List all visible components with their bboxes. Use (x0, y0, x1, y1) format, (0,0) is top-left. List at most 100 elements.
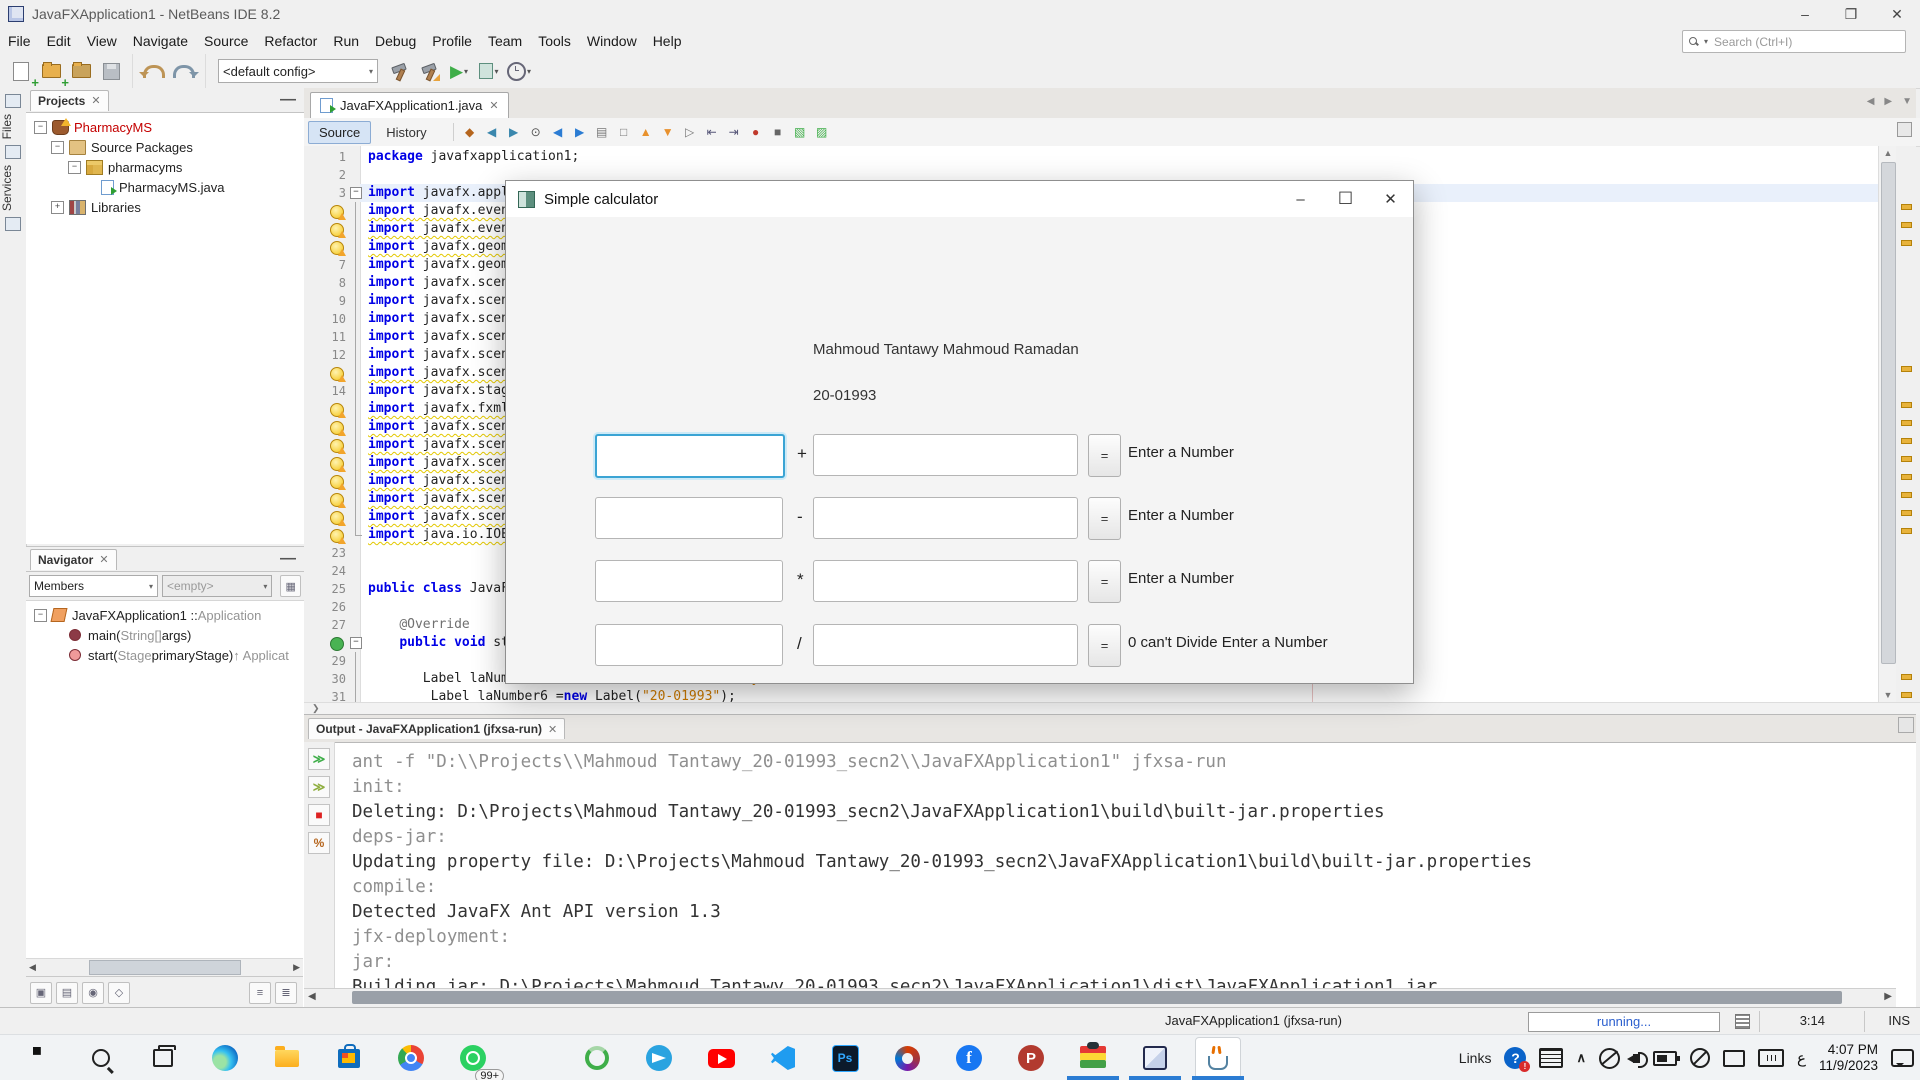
tab-navigator[interactable]: Navigator ✕ (30, 549, 117, 570)
menu-team[interactable]: Team (480, 29, 530, 53)
scroll-tabs-left-icon[interactable]: ◀ (1867, 96, 1875, 107)
battery-icon[interactable] (1653, 1051, 1677, 1066)
find-icon[interactable]: ⊙ (526, 122, 546, 142)
scroll-up-icon[interactable]: ▲ (1879, 146, 1897, 160)
menu-edit[interactable]: Edit (39, 29, 79, 53)
operand2-field-row2[interactable] (813, 497, 1078, 539)
run-button[interactable]: ▶▾ (446, 59, 472, 83)
operand2-field-row4[interactable] (813, 624, 1078, 666)
scroll-tabs-right-icon[interactable]: ▶ (1884, 96, 1892, 107)
editor-vscrollbar[interactable]: ▲ ▼ (1878, 146, 1897, 702)
expander-icon[interactable]: − (51, 141, 64, 154)
globe-icon[interactable] (1599, 1048, 1620, 1069)
operand1-field-row2[interactable] (595, 497, 783, 539)
source-view-button[interactable]: Source (308, 121, 371, 144)
links-toolbar[interactable]: Links (1459, 1050, 1492, 1066)
operand1-field-row4[interactable] (595, 624, 783, 666)
navigator-item-0[interactable]: −JavaFXApplication1 :: Application (26, 605, 304, 625)
window-dock-icon[interactable] (5, 94, 21, 108)
close-icon[interactable]: ✕ (99, 553, 108, 566)
tree-item-libraries[interactable]: +Libraries (26, 197, 304, 217)
warning-mark-icon[interactable] (1901, 510, 1912, 516)
navigator-item-1[interactable]: main(String[] args) (26, 625, 304, 645)
inheritance-combobox[interactable]: <empty>▾ (162, 575, 272, 597)
equals-button-row4[interactable]: = (1088, 624, 1121, 667)
tree-item-pharmacyms-java[interactable]: PharmacyMS.java (26, 177, 304, 197)
taskbar-greenring-icon[interactable] (575, 1038, 619, 1078)
open-project-button[interactable] (68, 59, 94, 83)
select-icon[interactable]: □ (614, 122, 634, 142)
breadcrumb-chevron-icon[interactable]: ❯ (312, 703, 320, 713)
output-options-icon[interactable] (1898, 717, 1914, 733)
history-view-button[interactable]: History (375, 121, 437, 144)
taskbar-office-icon[interactable] (885, 1038, 929, 1078)
warning-mark-icon[interactable] (1901, 402, 1912, 408)
moonslash-icon[interactable] (1690, 1048, 1710, 1068)
filter-fields-icon[interactable]: ▣ (30, 982, 52, 1004)
sort-source-icon[interactable]: ≣ (275, 982, 297, 1004)
prev-occurrence-icon[interactable]: ▲ (636, 122, 656, 142)
new-project-button[interactable]: + (38, 59, 64, 83)
override-marker-icon[interactable] (330, 637, 344, 651)
taskbar-layers-icon[interactable] (1071, 1038, 1115, 1078)
tab-output[interactable]: Output - JavaFXApplication1 (jfxsa-run) … (308, 718, 565, 739)
taskbar-chrome-icon[interactable] (389, 1038, 433, 1078)
taskbar-explorer-icon[interactable] (265, 1038, 309, 1078)
warning-bulb-icon[interactable] (330, 223, 344, 237)
speaker-icon[interactable] (1633, 1054, 1640, 1063)
window-maximize-button[interactable]: ❐ (1828, 0, 1874, 28)
dialog-maximize-button[interactable]: ☐ (1323, 181, 1368, 217)
close-icon[interactable]: ✕ (548, 723, 557, 736)
warning-mark-icon[interactable] (1901, 692, 1912, 698)
warning-mark-icon[interactable] (1901, 204, 1912, 210)
scroll-left-icon[interactable]: ◀ (308, 991, 316, 1002)
dialog-close-button[interactable]: ✕ (1368, 181, 1413, 217)
config-combobox[interactable]: <default config> ▾ (218, 59, 378, 83)
fold-collapse-icon[interactable]: − (350, 637, 362, 649)
warning-bulb-icon[interactable] (330, 205, 344, 219)
taskbar-taskview-icon[interactable] (141, 1038, 185, 1078)
expander-icon[interactable]: − (68, 161, 81, 174)
cast-icon[interactable] (1723, 1050, 1745, 1067)
navigator-hscrollbar[interactable]: ◀ ▶ (26, 958, 303, 976)
filter-static-icon[interactable]: ▤ (56, 982, 78, 1004)
taskbar-start-icon[interactable] (17, 1038, 61, 1078)
status-progressbar[interactable]: running... (1528, 1012, 1720, 1032)
taskbar-search-icon[interactable] (79, 1038, 123, 1078)
scrollbar-thumb[interactable] (352, 991, 1842, 1004)
menu-tools[interactable]: Tools (530, 29, 579, 53)
search-dropdown-icon[interactable]: ▾ (1704, 37, 1708, 46)
scrollbar-thumb[interactable] (89, 960, 241, 975)
expander-icon[interactable]: − (34, 121, 47, 134)
taskbar-edge-icon[interactable] (203, 1038, 247, 1078)
scroll-right-icon[interactable]: ▶ (1884, 991, 1892, 1002)
chevron-icon[interactable]: ∧ (1576, 1050, 1586, 1066)
warning-mark-icon[interactable] (1901, 420, 1912, 426)
warning-bulb-icon[interactable] (330, 421, 344, 435)
last-edit-icon[interactable]: ◆ (460, 122, 480, 142)
warning-mark-icon[interactable] (1901, 366, 1912, 372)
kbd-icon[interactable] (1758, 1049, 1784, 1067)
fold-margin[interactable]: − (350, 634, 362, 652)
stop-icon[interactable]: ■ (308, 804, 330, 826)
taskbar-java-icon[interactable] (1195, 1037, 1241, 1079)
taskbar-papp-icon[interactable]: P (1009, 1038, 1053, 1078)
new-file-button[interactable]: + (8, 59, 34, 83)
menu-view[interactable]: View (79, 29, 125, 53)
taskbar-clock[interactable]: 4:07 PM 11/9/2023 (1819, 1042, 1878, 1074)
sidebar-tab-services[interactable]: Services (0, 165, 14, 211)
taskbar-facebook-icon[interactable]: f (947, 1038, 991, 1078)
profile-button[interactable]: ▾ (506, 59, 532, 83)
operand2-field-row1[interactable] (813, 434, 1078, 476)
config-dropdown-icon[interactable]: ▾ (369, 67, 373, 76)
menu-refactor[interactable]: Refactor (256, 29, 325, 53)
taskbar-store-icon[interactable] (327, 1038, 371, 1078)
build-button[interactable] (386, 59, 412, 83)
error-stripe[interactable] (1896, 146, 1916, 702)
warning-mark-icon[interactable] (1901, 674, 1912, 680)
equals-button-row1[interactable]: = (1088, 434, 1121, 477)
members-combobox[interactable]: Members▾ (29, 575, 158, 597)
stop-macro-icon[interactable]: ■ (768, 122, 788, 142)
close-icon[interactable]: ✕ (91, 94, 100, 107)
warning-mark-icon[interactable] (1901, 492, 1912, 498)
